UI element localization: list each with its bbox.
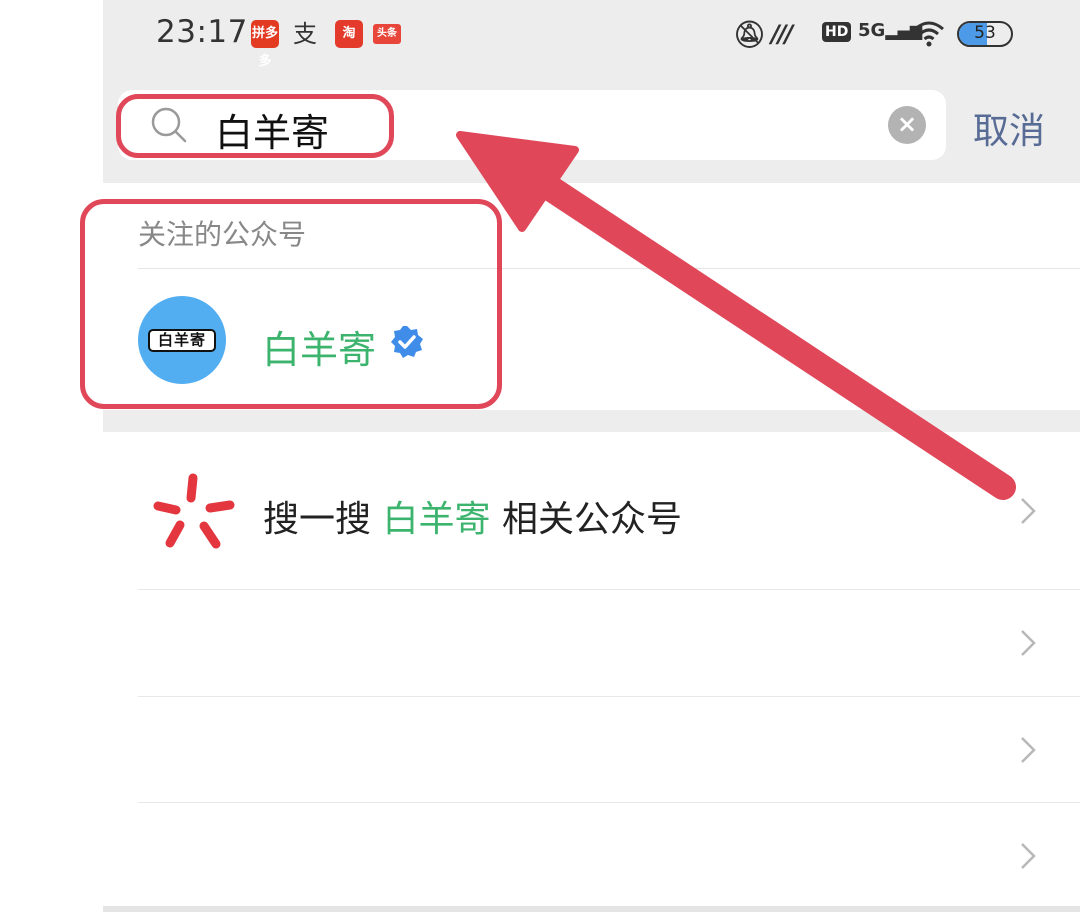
sousou-prefix: 搜一搜 (263, 499, 372, 540)
cancel-button[interactable]: 取消 (973, 102, 1045, 154)
signal-bars-icon: /// (771, 20, 793, 48)
taobao-notification-icon: 淘 (335, 20, 363, 48)
status-bar: 23:17 拼多多 支 淘 头条 🔕︎ /// HD 5G▂▄▆ 53 (103, 0, 1080, 70)
hd-voice-icon: HD (822, 22, 852, 42)
section-gap (103, 410, 1080, 432)
chevron-right-icon (1021, 737, 1036, 763)
result-row-3[interactable] (103, 803, 1080, 906)
result-row-1[interactable] (103, 590, 1080, 696)
wifi-icon (913, 20, 945, 48)
sousou-logo-icon (153, 473, 235, 549)
sousou-row-text: 搜一搜 白羊寄 相关公众号 (263, 490, 682, 542)
sousou-suffix: 相关公众号 (501, 499, 682, 540)
clear-search-button[interactable]: × (888, 106, 926, 144)
status-time: 23:17 (156, 14, 248, 50)
pinduoduo-notification-icon: 拼多多 (251, 20, 279, 69)
chevron-right-icon (1021, 498, 1036, 524)
search-highlight-box (116, 94, 394, 158)
toutiao-notification-icon: 头条 (373, 24, 401, 44)
bottom-divider (103, 906, 1080, 912)
battery-level-label: 53 (974, 23, 996, 43)
alipay-notification-icon: 支 (293, 20, 317, 48)
result-row-2[interactable] (103, 697, 1080, 802)
mute-bell-icon: 🔕︎ (733, 20, 767, 50)
chevron-right-icon (1021, 630, 1036, 656)
account-highlight-box (80, 199, 502, 409)
sousou-keyword: 白羊寄 (382, 499, 491, 540)
battery-icon: 53 (957, 21, 1013, 47)
chevron-right-icon (1021, 843, 1036, 869)
network-type-label: 5G (858, 20, 886, 41)
